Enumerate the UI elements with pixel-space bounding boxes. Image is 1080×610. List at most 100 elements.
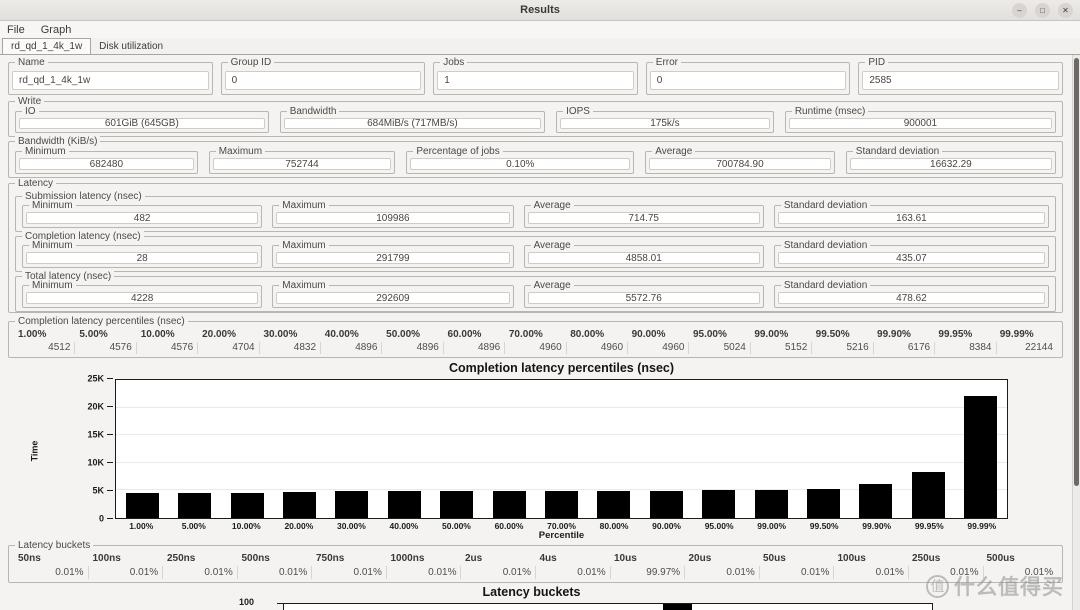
bkt-col-header: 500us	[983, 553, 1058, 566]
pct-value-cell: 4896	[382, 342, 443, 355]
bkt-value-cell: 0.01%	[387, 566, 462, 579]
vertical-scrollbar[interactable]	[1072, 55, 1080, 610]
pct-col-header: 80.00%	[566, 329, 627, 342]
slat-average-input[interactable]: 714.75	[528, 212, 760, 224]
results-panel: Name rd_qd_1_4k_1w Group ID 0 Jobs 1 Err…	[0, 55, 1080, 610]
bkt-value-cell: 0.01%	[312, 566, 387, 579]
bar-slot	[378, 380, 430, 518]
field-runtime: Runtime (msec) 900001	[785, 111, 1056, 133]
clat-chart: Completion latency percentiles (nsec) Ti…	[0, 360, 1063, 538]
latency-buckets-group: Latency buckets 50ns100ns250ns500ns750ns…	[8, 545, 1063, 583]
ytick-mark	[107, 518, 113, 519]
bandwidth-fields: Minimum 682480 Maximum 752744 Percentage…	[15, 151, 1056, 174]
menu-file[interactable]: File	[7, 24, 25, 36]
bkt-col-header: 100us	[834, 553, 909, 566]
bw-stddev-input[interactable]: 16632.29	[850, 158, 1052, 170]
pct-value-cell: 5216	[812, 342, 873, 355]
bkt-value-cell: 0.01%	[760, 566, 835, 579]
slat-minimum-input[interactable]: 482	[26, 212, 258, 224]
io-input[interactable]: 601GiB (645GB)	[19, 118, 265, 129]
clat-minimum-input[interactable]: 28	[26, 252, 258, 264]
iops-input[interactable]: 175k/s	[560, 118, 770, 129]
minimize-button[interactable]: –	[1012, 3, 1027, 18]
pct-value-cell: 5024	[689, 342, 750, 355]
bkt-value-cell: 0.01%	[14, 566, 89, 579]
bw-pct-jobs-input[interactable]: 0.10%	[410, 158, 630, 170]
clat-minimum-label: Minimum	[29, 240, 76, 251]
field-tlat-minimum: Minimum 4228	[22, 285, 262, 308]
menubar: File Graph	[0, 21, 1080, 38]
tab-disk-utilization[interactable]: Disk utilization	[91, 38, 171, 54]
error-label: Error	[653, 57, 681, 68]
ytick-mark	[107, 406, 113, 407]
bar-slot	[535, 380, 587, 518]
bandwidth-input[interactable]: 684MiB/s (717MB/s)	[284, 118, 541, 129]
total-latency-fields: Minimum 4228 Maximum 292609 Average 5572…	[22, 285, 1049, 308]
field-clat-maximum: Maximum 291799	[272, 245, 513, 268]
clat-average-label: Average	[531, 240, 574, 251]
pct-col-header: 90.00%	[628, 329, 689, 342]
jobs-input[interactable]: 1	[437, 71, 634, 90]
bucket-bar-10us	[663, 604, 692, 610]
slat-stddev-input[interactable]: 163.61	[778, 212, 1045, 224]
name-input[interactable]: rd_qd_1_4k_1w	[12, 71, 209, 90]
close-button[interactable]: ✕	[1058, 3, 1073, 18]
clat-maximum-input[interactable]: 291799	[276, 252, 509, 264]
bkt-col-header: 10us	[610, 553, 685, 566]
field-tlat-maximum: Maximum 292609	[272, 285, 513, 308]
watermark-logo: 值	[926, 575, 949, 598]
bw-average-input[interactable]: 700784.90	[649, 158, 831, 170]
maximize-button[interactable]: □	[1035, 3, 1050, 18]
group-id-input[interactable]: 0	[225, 71, 422, 90]
tabbar: rd_qd_1_4k_1w Disk utilization	[0, 38, 1080, 55]
clat-bar-10.00%	[231, 493, 264, 518]
field-jobs: Jobs 1	[433, 62, 638, 95]
bw-average-label: Average	[652, 146, 695, 157]
bar-slot	[377, 604, 423, 610]
bandwidth-label: Bandwidth	[287, 106, 340, 117]
tlat-minimum-input[interactable]: 4228	[26, 292, 258, 304]
field-slat-minimum: Minimum 482	[22, 205, 262, 228]
bar-slot	[273, 380, 325, 518]
scrollbar-thumb[interactable]	[1074, 58, 1079, 486]
ytick-mark	[107, 378, 113, 379]
field-tlat-average: Average 5572.76	[524, 285, 764, 308]
slat-maximum-input[interactable]: 109986	[276, 212, 509, 224]
tlat-maximum-input[interactable]: 292609	[276, 292, 509, 304]
field-slat-maximum: Maximum 109986	[272, 205, 513, 228]
runtime-input[interactable]: 900001	[789, 118, 1052, 129]
bkt-value-cell: 0.01%	[89, 566, 164, 579]
iops-label: IOPS	[563, 106, 593, 117]
clat-average-input[interactable]: 4858.01	[528, 252, 760, 264]
bw-minimum-input[interactable]: 682480	[19, 158, 194, 170]
pid-input[interactable]: 2585	[862, 71, 1059, 90]
bkt-col-header: 4us	[536, 553, 611, 566]
pct-col-header: 1.00%	[14, 329, 75, 342]
field-clat-minimum: Minimum 28	[22, 245, 262, 268]
submission-latency-group: Submission latency (nsec) Minimum 482 Ma…	[15, 196, 1056, 232]
tlat-average-input[interactable]: 5572.76	[528, 292, 760, 304]
bkt-value-cell: 0.01%	[685, 566, 760, 579]
pct-col-header: 40.00%	[321, 329, 382, 342]
field-name: Name rd_qd_1_4k_1w	[8, 62, 213, 95]
bw-pct-jobs-label: Percentage of jobs	[413, 146, 502, 157]
clat-stddev-input[interactable]: 435.07	[778, 252, 1045, 264]
clat-bar-99.90%	[859, 484, 892, 518]
field-bw-minimum: Minimum 682480	[15, 151, 198, 174]
menu-graph[interactable]: Graph	[41, 24, 72, 36]
pct-value-cell: 4896	[321, 342, 382, 355]
bkt-col-header: 50ns	[14, 553, 89, 566]
io-label: IO	[22, 106, 39, 117]
bkt-value-row: 0.01%0.01%0.01%0.01%0.01%0.01%0.01%0.01%…	[14, 566, 1057, 579]
pct-value-cell: 4704	[198, 342, 259, 355]
bar-slot	[588, 380, 640, 518]
error-input[interactable]: 0	[650, 71, 847, 90]
bar-slot	[469, 604, 515, 610]
bw-maximum-input[interactable]: 752744	[213, 158, 392, 170]
tab-rd-qd-1-4k-1w[interactable]: rd_qd_1_4k_1w	[2, 38, 91, 54]
tlat-stddev-input[interactable]: 478.62	[778, 292, 1045, 304]
bar-slot	[430, 380, 482, 518]
bar-slot	[654, 604, 700, 610]
bar-slot	[326, 380, 378, 518]
field-pid: PID 2585	[858, 62, 1063, 95]
